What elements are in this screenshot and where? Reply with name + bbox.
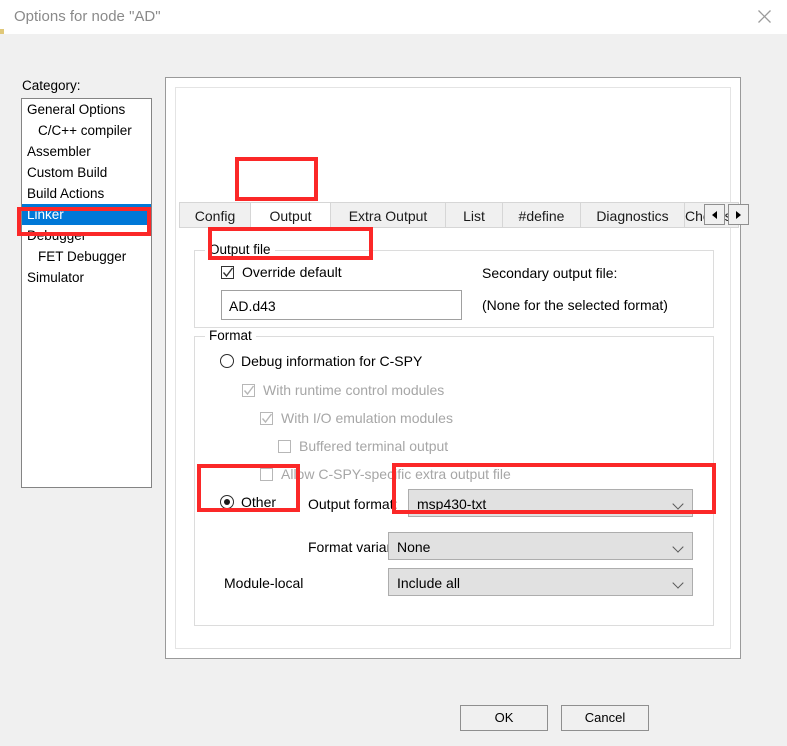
- ok-button[interactable]: OK: [460, 705, 548, 731]
- format-variant-value: None: [397, 539, 431, 555]
- category-label: Category:: [22, 78, 81, 93]
- io-emulation-checkbox[interactable]: [260, 412, 273, 425]
- tab-scroll-left-button[interactable]: [704, 204, 725, 225]
- chevron-down-icon: [674, 543, 683, 552]
- cancel-button[interactable]: Cancel: [561, 705, 649, 731]
- tab-output[interactable]: Output: [250, 202, 331, 228]
- tab-diagnostics[interactable]: Diagnostics: [580, 202, 685, 228]
- chevron-left-icon: [712, 210, 717, 219]
- category-item-c-cpp-compiler[interactable]: C/C++ compiler: [22, 120, 151, 141]
- category-item-fet-debugger[interactable]: FET Debugger: [22, 246, 151, 267]
- chevron-down-icon: [674, 579, 683, 588]
- output-format-value: msp430-txt: [417, 496, 487, 512]
- output-format-select[interactable]: msp430-txt: [408, 489, 693, 517]
- debug-info-radio[interactable]: [220, 354, 234, 368]
- io-emulation-label: With I/O emulation modules: [281, 410, 453, 426]
- module-local-value: Include all: [397, 575, 461, 591]
- other-radio-label: Other: [241, 494, 277, 510]
- output-filename-input[interactable]: AD.d43: [221, 290, 462, 320]
- buffered-terminal-checkbox[interactable]: [278, 440, 291, 453]
- buffered-terminal-label: Buffered terminal output: [299, 438, 449, 454]
- chevron-down-icon: [674, 500, 683, 509]
- close-icon: [757, 9, 771, 23]
- allow-cspy-extra-label: Allow C-SPY-specific extra output file: [281, 466, 511, 482]
- allow-cspy-extra-checkbox[interactable]: [260, 468, 273, 481]
- output-format-label: Output format:: [308, 496, 398, 512]
- tab-scroll-right-button[interactable]: [728, 204, 749, 225]
- other-radio[interactable]: [220, 495, 234, 509]
- window-title-bar: Options for node "AD": [0, 0, 787, 35]
- format-groupbox: Format Debug information for C-SPY With …: [194, 328, 714, 626]
- tab-config[interactable]: Config: [179, 202, 251, 228]
- runtime-control-checkbox[interactable]: [242, 384, 255, 397]
- options-content-panel: Factory Settings Config Output Extra Out…: [165, 77, 749, 659]
- category-item-assembler[interactable]: Assembler: [22, 141, 151, 162]
- tab-extra-output[interactable]: Extra Output: [330, 202, 446, 228]
- override-default-checkbox[interactable]: [221, 266, 234, 279]
- category-item-linker[interactable]: Linker: [22, 204, 151, 225]
- secondary-output-value: (None for the selected format): [482, 297, 668, 313]
- tab-define[interactable]: #define: [502, 202, 581, 228]
- module-local-select[interactable]: Include all: [388, 568, 693, 596]
- category-item-general-options[interactable]: General Options: [22, 99, 151, 120]
- format-legend: Format: [205, 328, 256, 343]
- runtime-control-label: With runtime control modules: [263, 382, 445, 398]
- tab-list[interactable]: List: [445, 202, 503, 228]
- debug-info-label: Debug information for C-SPY: [241, 353, 423, 369]
- radio-dot-icon: [224, 499, 230, 505]
- window-title: Options for node "AD": [14, 8, 161, 25]
- category-list[interactable]: General Options C/C++ compiler Assembler…: [21, 98, 152, 488]
- close-button[interactable]: [741, 0, 787, 32]
- chevron-right-icon: [736, 210, 741, 219]
- category-item-debugger[interactable]: Debugger: [22, 225, 151, 246]
- category-item-custom-build[interactable]: Custom Build: [22, 162, 151, 183]
- override-default-label: Override default: [242, 264, 342, 280]
- output-file-groupbox: Output file Override default AD.d43 Seco…: [194, 242, 714, 328]
- dialog-body: Category: General Options C/C++ compiler…: [0, 34, 787, 746]
- output-file-legend: Output file: [205, 242, 275, 257]
- secondary-output-label: Secondary output file:: [482, 265, 618, 281]
- category-item-simulator[interactable]: Simulator: [22, 267, 151, 288]
- secondary-output-container: Secondary output file: (None for the sel…: [482, 261, 713, 321]
- tab-strip: Config Output Extra Output List #define …: [179, 202, 749, 228]
- format-variant-select[interactable]: None: [388, 532, 693, 560]
- category-item-build-actions[interactable]: Build Actions: [22, 183, 151, 204]
- module-local-label: Module-local: [224, 575, 304, 591]
